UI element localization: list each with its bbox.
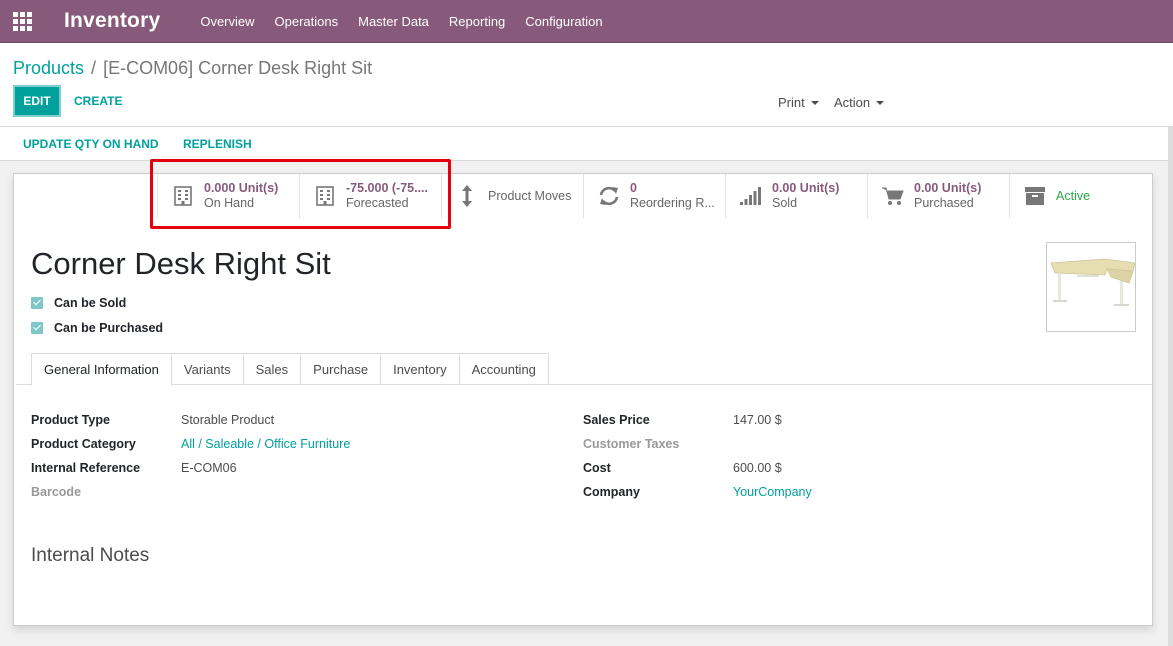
print-dropdown[interactable]: Print — [778, 95, 819, 110]
top-navbar: Inventory Overview Operations Master Dat… — [0, 0, 1173, 43]
purchased-label: Purchased — [914, 196, 974, 210]
sold-button[interactable]: 0.00 Unit(s) Sold — [725, 174, 867, 218]
menu-operations[interactable]: Operations — [265, 0, 349, 43]
notebook-tabs: General Information Variants Sales Purch… — [16, 353, 1152, 386]
purchased-button[interactable]: 0.00 Unit(s) Purchased — [867, 174, 1009, 218]
reordering-value: 0 — [630, 181, 637, 195]
internal-notes-title: Internal Notes — [31, 545, 150, 566]
company-link[interactable]: YourCompany — [733, 485, 812, 499]
tab-purchase[interactable]: Purchase — [301, 353, 382, 385]
can-be-purchased-checkbox[interactable] — [31, 322, 43, 334]
breadcrumb-current: [E-COM06] Corner Desk Right Sit — [103, 58, 373, 78]
menu-configuration[interactable]: Configuration — [515, 0, 612, 43]
product-category-link[interactable]: All / Saleable / Office Furniture — [181, 437, 350, 451]
tab-general-information[interactable]: General Information — [31, 353, 172, 386]
can-be-purchased-field: Can be Purchased — [31, 321, 163, 335]
cost-label: Cost — [583, 461, 611, 475]
print-label: Print — [778, 95, 805, 110]
form-header: UPDATE QTY ON HAND REPLENISH — [0, 127, 1168, 161]
menu-reporting[interactable]: Reporting — [439, 0, 515, 43]
action-label: Action — [834, 95, 871, 110]
tab-inventory[interactable]: Inventory — [381, 353, 460, 385]
active-toggle-button[interactable]: Active — [1009, 174, 1151, 218]
caret-down-icon — [876, 100, 885, 105]
product-type-label: Product Type — [31, 413, 110, 427]
customer-taxes-label: Customer Taxes — [583, 437, 680, 451]
update-qty-button[interactable]: UPDATE QTY ON HAND — [23, 137, 159, 151]
active-label: Active — [1056, 188, 1091, 203]
tab-accounting[interactable]: Accounting — [459, 353, 549, 385]
tab-variants[interactable]: Variants — [171, 353, 244, 385]
form-sheet: 0.000 Unit(s) On Hand -75.000 (-75.... F… — [13, 173, 1153, 626]
cart-icon — [880, 186, 906, 206]
product-image[interactable] — [1046, 242, 1136, 332]
replenish-button[interactable]: REPLENISH — [183, 137, 252, 151]
caret-down-icon — [810, 100, 819, 105]
company-label: Company — [583, 485, 640, 499]
product-moves-label: Product Moves — [488, 188, 572, 203]
app-title[interactable]: Inventory — [64, 9, 160, 33]
purchased-value: 0.00 Unit(s) — [914, 181, 982, 195]
edit-button[interactable]: EDIT — [13, 85, 61, 117]
tab-sales[interactable]: Sales — [243, 353, 302, 385]
sales-price-value[interactable]: 147.00 $ — [733, 413, 782, 427]
internal-reference-label: Internal Reference — [31, 461, 141, 475]
sales-price-label: Sales Price — [583, 413, 650, 427]
can-be-sold-field: Can be Sold — [31, 296, 126, 310]
product-name[interactable]: Corner Desk Right Sit — [31, 246, 331, 282]
refresh-icon — [596, 186, 622, 206]
sold-label: Sold — [772, 196, 798, 210]
cost-value[interactable]: 600.00 $ — [733, 461, 782, 475]
reordering-rules-button[interactable]: 0 Reordering R... — [583, 174, 725, 218]
can-be-sold-label: Can be Sold — [54, 296, 127, 310]
reordering-label: Reordering R... — [630, 196, 715, 210]
product-category-label: Product Category — [31, 437, 136, 451]
scrollbar[interactable] — [1168, 127, 1173, 646]
can-be-purchased-label: Can be Purchased — [54, 321, 164, 335]
menu-overview[interactable]: Overview — [190, 0, 264, 43]
internal-reference-value[interactable]: E-COM06 — [181, 461, 237, 475]
create-button[interactable]: CREATE — [74, 94, 122, 108]
product-moves-button[interactable]: Product Moves — [441, 174, 583, 218]
breadcrumb-products-link[interactable]: Products — [13, 58, 84, 79]
menu-master-data[interactable]: Master Data — [348, 0, 439, 43]
sold-value: 0.00 Unit(s) — [772, 181, 840, 195]
action-dropdown[interactable]: Action — [834, 95, 885, 110]
highlight-box — [150, 159, 451, 229]
control-panel: Products / [E-COM06] Corner Desk Right S… — [0, 43, 1173, 127]
breadcrumb-separator: / — [91, 58, 97, 78]
archive-icon — [1022, 186, 1048, 206]
breadcrumb: Products / [E-COM06] Corner Desk Right S… — [13, 58, 372, 79]
apps-menu-icon[interactable] — [0, 0, 44, 43]
arrows-v-icon — [454, 184, 480, 208]
can-be-sold-checkbox[interactable] — [31, 297, 43, 309]
product-type-value[interactable]: Storable Product — [181, 413, 274, 427]
barcode-label: Barcode — [31, 485, 82, 499]
main-menu: Overview Operations Master Data Reportin… — [190, 0, 612, 43]
signal-icon — [738, 187, 764, 205]
